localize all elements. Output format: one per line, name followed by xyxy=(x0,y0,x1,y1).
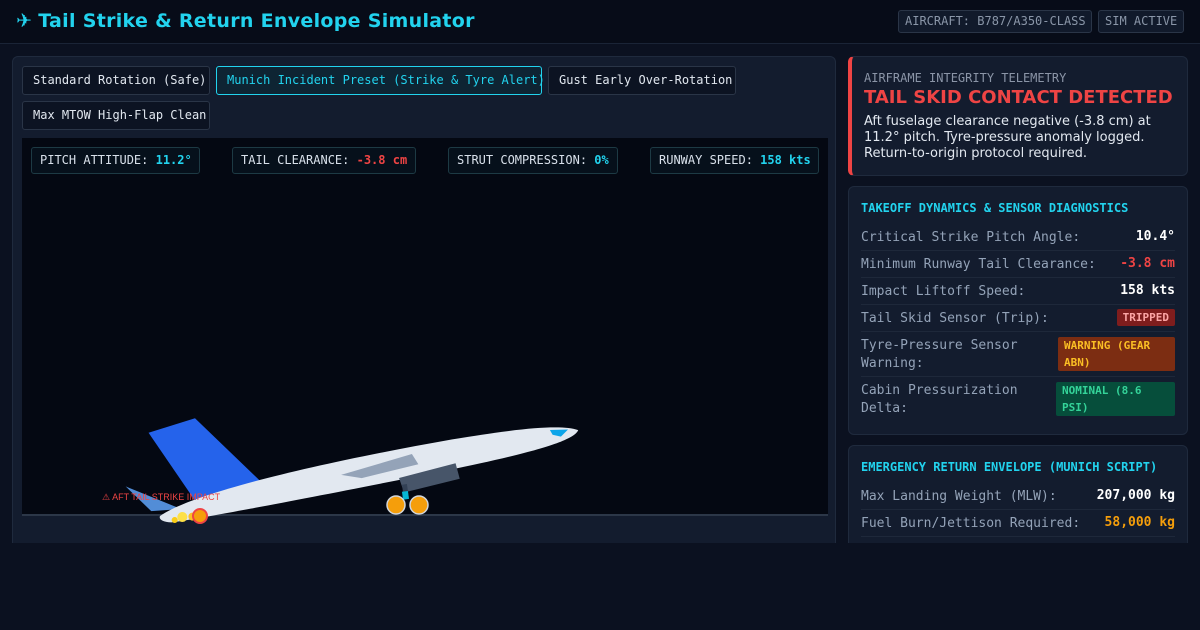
runway-speed-readout: RUNWAY SPEED: 158 kts xyxy=(650,147,819,174)
diag-row: Tyre-Pressure Sensor Warning: WARNING (G… xyxy=(861,333,1175,377)
pitch-attitude-value: 11.2° xyxy=(155,153,192,167)
return-row-label: Max Landing Weight (MLW): xyxy=(861,489,1057,504)
tail-strike-impact-label: ⚠ AFT TAIL STRIKE IMPACT xyxy=(102,492,221,502)
tail-skid-status-badge: TRIPPED xyxy=(1116,309,1175,326)
preset-munich-incident[interactable]: Munich Incident Preset (Strike & Tyre Al… xyxy=(216,66,545,95)
preset-max-mtow[interactable]: Max MTOW High-Flap Clean xyxy=(22,101,210,130)
runway-speed-value: 158 kts xyxy=(760,153,811,167)
tail-clearance-readout: TAIL CLEARANCE: -3.8 cm xyxy=(232,147,416,174)
diag-row-value: 10.4° xyxy=(1135,229,1175,244)
app-title-text: Tail Strike & Return Envelope Simulator xyxy=(38,10,475,32)
diag-row-value: 158 kts xyxy=(1120,283,1175,298)
page-bottom-area xyxy=(0,543,1200,630)
pitch-attitude-label: PITCH ATTITUDE: xyxy=(40,153,149,167)
alert-kicker: AIRFRAME INTEGRITY TELEMETRY xyxy=(864,71,1067,85)
simulation-viewport: ⚠ AFT TAIL STRIKE IMPACT PITCH ATTITUDE:… xyxy=(22,138,828,555)
diag-row-value: -3.8 cm xyxy=(1120,256,1175,271)
diag-row-label: Tail Skid Sensor (Trip): xyxy=(861,311,1049,326)
main-wheel-rear xyxy=(409,495,429,515)
diag-row-label: Critical Strike Pitch Angle: xyxy=(861,230,1081,245)
diag-row-label: Cabin Pressurization Delta: xyxy=(861,383,1018,416)
diag-row-label: Impact Liftoff Speed: xyxy=(861,284,1026,299)
runway-speed-label: RUNWAY SPEED: xyxy=(659,153,753,167)
sim-status-chip: SIM ACTIVE xyxy=(1098,10,1184,33)
main-wheel-front xyxy=(386,495,406,515)
cabin-pressure-status-badge: NOMINAL (8.6 PSI) xyxy=(1056,382,1175,416)
return-row-value: 58,000 kg xyxy=(1104,515,1175,530)
airframe-alert-card: AIRFRAME INTEGRITY TELEMETRY TAIL SKID C… xyxy=(848,56,1188,176)
pitch-attitude-readout: PITCH ATTITUDE: 11.2° xyxy=(31,147,200,174)
airplane-icon: ✈ xyxy=(16,10,33,32)
tyre-pressure-status-badge: WARNING (GEAR ABN) xyxy=(1058,337,1175,371)
takeoff-diagnostics-card: TAKEOFF DYNAMICS & SENSOR DIAGNOSTICS Cr… xyxy=(848,186,1188,435)
tail-skid-contact-marker xyxy=(192,508,208,524)
diag-row: Minimum Runway Tail Clearance: -3.8 cm xyxy=(861,252,1175,278)
simulator-panel: Standard Rotation (Safe) Munich Incident… xyxy=(12,56,836,556)
diag-row: Tail Skid Sensor (Trip): TRIPPED xyxy=(861,306,1175,332)
aircraft-model xyxy=(125,418,579,524)
alert-body: Aft fuselage clearance negative (-3.8 cm… xyxy=(864,114,1151,161)
strut-compression-label: STRUT COMPRESSION: xyxy=(457,153,588,167)
tail-clearance-label: TAIL CLEARANCE: xyxy=(241,153,350,167)
alert-headline: TAIL SKID CONTACT DETECTED xyxy=(864,87,1173,108)
return-row: Max Landing Weight (MLW): 207,000 kg xyxy=(861,484,1175,510)
return-row-value: 207,000 kg xyxy=(1096,488,1175,503)
return-row: Fuel Burn/Jettison Required: 58,000 kg xyxy=(861,511,1175,537)
preset-gust-over-rotation[interactable]: Gust Early Over-Rotation xyxy=(548,66,736,95)
diag-row: Critical Strike Pitch Angle: 10.4° xyxy=(861,225,1175,251)
diag-row: Cabin Pressurization Delta: NOMINAL (8.6… xyxy=(861,378,1175,422)
diagnostics-title: TAKEOFF DYNAMICS & SENSOR DIAGNOSTICS xyxy=(861,201,1129,215)
aircraft-chip: AIRCRAFT: B787/A350-CLASS xyxy=(898,10,1092,33)
aircraft-scene: ⚠ AFT TAIL STRIKE IMPACT xyxy=(102,418,579,524)
preset-standard-rotation[interactable]: Standard Rotation (Safe) xyxy=(22,66,210,95)
tail-clearance-value: -3.8 cm xyxy=(356,153,408,167)
return-envelope-title: EMERGENCY RETURN ENVELOPE (MUNICH SCRIPT… xyxy=(861,460,1158,474)
diag-row: Impact Liftoff Speed: 158 kts xyxy=(861,279,1175,305)
top-bar: ✈ Tail Strike & Return Envelope Simulator… xyxy=(0,0,1200,44)
diag-row-label: Minimum Runway Tail Clearance: xyxy=(861,257,1096,272)
app-title: ✈ Tail Strike & Return Envelope Simulator xyxy=(16,10,475,32)
diag-row-label: Tyre-Pressure Sensor Warning: xyxy=(861,338,1018,371)
return-row-label: Fuel Burn/Jettison Required: xyxy=(861,516,1081,531)
strut-compression-readout: STRUT COMPRESSION: 0% xyxy=(448,147,618,174)
strut-compression-value: 0% xyxy=(594,153,609,167)
